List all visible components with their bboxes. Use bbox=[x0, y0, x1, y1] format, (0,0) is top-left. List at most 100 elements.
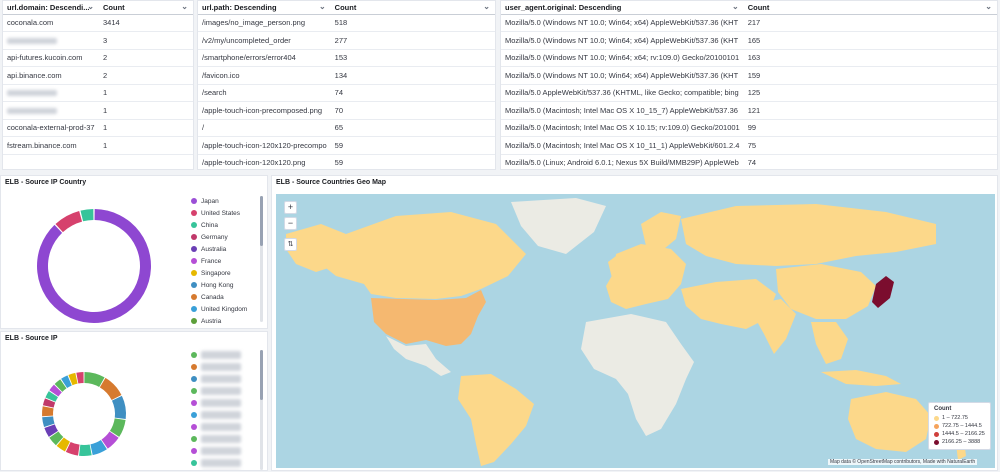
legend-item[interactable]: Hong Kong bbox=[191, 279, 247, 291]
table-row[interactable]: /apple-touch-icon-precomposed.png 70 bbox=[198, 101, 495, 120]
legend-item[interactable] bbox=[191, 409, 241, 421]
path-column-header[interactable]: url.path: Descending ⌄ bbox=[198, 1, 331, 15]
zoom-out-button[interactable]: − bbox=[284, 217, 297, 230]
table-row[interactable]: /apple-touch-icon-120x120.png 59 bbox=[198, 154, 495, 169]
legend-item[interactable] bbox=[191, 349, 241, 361]
chevron-down-icon[interactable]: ⌄ bbox=[87, 2, 94, 11]
count-column-header[interactable]: Count ⌄ bbox=[99, 1, 193, 15]
scrollbar[interactable] bbox=[260, 196, 263, 322]
legend-color-dot bbox=[934, 423, 939, 429]
legend-item[interactable] bbox=[191, 469, 241, 470]
table-row[interactable]: /apple-touch-icon-120x120-precompo 59 bbox=[198, 136, 495, 155]
cell-name: Mozilla/5.0 (Windows NT 10.0; Win64; x64… bbox=[501, 66, 744, 85]
legend-color-dot bbox=[191, 270, 197, 276]
donut-slice[interactable] bbox=[111, 395, 127, 419]
table-row[interactable]: Mozilla/5.0 (Linux; Android 6.0.1; Nexus… bbox=[501, 154, 997, 169]
chevron-down-icon[interactable]: ⌄ bbox=[483, 2, 490, 11]
donut-slice[interactable] bbox=[99, 377, 122, 400]
chevron-down-icon[interactable]: ⌄ bbox=[181, 2, 188, 11]
cell-count: 74 bbox=[330, 84, 495, 102]
fit-bounds-button[interactable]: ⇅ bbox=[284, 238, 297, 251]
table-row[interactable]: Mozilla/5.0 AppleWebKit/537.36 (KHTML, l… bbox=[501, 84, 997, 102]
cell-count: 59 bbox=[330, 136, 495, 155]
cell-count: 70 bbox=[330, 101, 495, 120]
table-row[interactable]: /v2/my/uncompleted_order 277 bbox=[198, 31, 495, 50]
table-row[interactable]: api.binance.com 2 bbox=[3, 66, 193, 85]
legend-color-dot bbox=[191, 448, 197, 454]
legend-item[interactable] bbox=[191, 445, 241, 457]
cell-count: 2 bbox=[99, 49, 193, 67]
table-row[interactable]: 3 bbox=[3, 31, 193, 50]
table-row[interactable]: Mozilla/5.0 (Windows NT 10.0; Win64; x64… bbox=[501, 66, 997, 85]
cell-name: api-futures.kucoin.com bbox=[3, 49, 99, 67]
table-row[interactable]: /smartphone/errors/error404 153 bbox=[198, 49, 495, 67]
ip-donut-chart[interactable] bbox=[24, 354, 144, 471]
world-map[interactable] bbox=[276, 194, 995, 468]
table-row[interactable]: api-futures.kucoin.com 2 bbox=[3, 49, 193, 67]
legend-item[interactable]: Japan bbox=[191, 195, 247, 207]
table-row[interactable]: Mozilla/5.0 (Windows NT 10.0; Win64; x64… bbox=[501, 14, 997, 32]
panel-title: ELB - Source IP Country bbox=[5, 179, 87, 186]
donut-slice[interactable] bbox=[55, 210, 83, 233]
legend-item[interactable]: Singapore bbox=[191, 267, 247, 279]
legend-item[interactable] bbox=[191, 361, 241, 373]
scrollbar-thumb[interactable] bbox=[260, 350, 263, 400]
table-row[interactable]: fstream.binance.com 1 bbox=[3, 136, 193, 155]
redacted-value bbox=[7, 90, 57, 97]
legend-color-dot bbox=[934, 439, 939, 445]
table-row[interactable]: Mozilla/5.0 (Windows NT 10.0; Win64; x64… bbox=[501, 49, 997, 67]
legend-item[interactable] bbox=[191, 385, 241, 397]
legend-item[interactable]: France bbox=[191, 255, 247, 267]
legend-item[interactable] bbox=[191, 373, 241, 385]
legend-item[interactable] bbox=[191, 421, 241, 433]
path-table: url.path: Descending ⌄ Count ⌄ /images/no_… bbox=[198, 1, 495, 169]
legend-item[interactable]: China bbox=[191, 219, 247, 231]
domain-column-header[interactable]: url.domain: Descendi... ⌄ bbox=[3, 1, 99, 15]
table-row[interactable]: /search 74 bbox=[198, 84, 495, 102]
legend-item[interactable]: United States bbox=[191, 207, 247, 219]
legend-item[interactable] bbox=[191, 433, 241, 445]
ua-column-header[interactable]: user_agent.original: Descending ⌄ bbox=[501, 1, 744, 15]
cell-name: / bbox=[198, 119, 331, 137]
chevron-down-icon[interactable]: ⌄ bbox=[732, 2, 739, 11]
legend-item[interactable]: United Kingdom bbox=[191, 303, 247, 315]
legend-item[interactable] bbox=[191, 397, 241, 409]
table-row[interactable]: /favicon.ico 134 bbox=[198, 66, 495, 85]
donut-slice[interactable] bbox=[37, 209, 151, 323]
donut-slice[interactable] bbox=[42, 406, 54, 417]
scrollbar[interactable] bbox=[260, 350, 263, 470]
table-row[interactable]: coconala.com 3414 bbox=[3, 14, 193, 32]
legend-label: China bbox=[201, 221, 218, 229]
donut-slice[interactable] bbox=[76, 372, 84, 384]
scrollbar-thumb[interactable] bbox=[260, 196, 263, 246]
zoom-in-button[interactable]: + bbox=[284, 201, 297, 214]
donut-slice[interactable] bbox=[79, 444, 92, 456]
redacted-value bbox=[201, 447, 241, 455]
legend-color-dot bbox=[191, 306, 197, 312]
table-row[interactable]: Mozilla/5.0 (Macintosh; Intel Mac OS X 1… bbox=[501, 119, 997, 137]
table-row[interactable]: Mozilla/5.0 (Macintosh; Intel Mac OS X 1… bbox=[501, 101, 997, 120]
legend-item[interactable]: Australia bbox=[191, 243, 247, 255]
map-legend-item: 722.75 – 1444.5 bbox=[934, 422, 985, 430]
chevron-down-icon[interactable]: ⌄ bbox=[319, 2, 326, 11]
legend-item[interactable] bbox=[191, 457, 241, 469]
legend-item[interactable]: Canada bbox=[191, 291, 247, 303]
country-donut-chart[interactable] bbox=[21, 186, 171, 329]
table-row[interactable]: coconala-external-prod-37 1 bbox=[3, 119, 193, 137]
legend-item[interactable]: Germany bbox=[191, 231, 247, 243]
country-legend: Japan United States China Germany Australia F… bbox=[191, 195, 247, 327]
table-row[interactable]: /images/no_image_person.png 518 bbox=[198, 14, 495, 32]
chevron-down-icon[interactable]: ⌄ bbox=[985, 2, 992, 11]
table-row[interactable]: Mozilla/5.0 (Windows NT 10.0; Win64; x64… bbox=[501, 31, 997, 50]
cell-name: fstream.binance.com bbox=[3, 136, 99, 155]
map-legend-item: 2166.25 – 3888 bbox=[934, 438, 985, 446]
cell-name: /v2/my/uncompleted_order bbox=[198, 31, 331, 50]
legend-item[interactable]: Austria bbox=[191, 315, 247, 327]
donut-slice[interactable] bbox=[80, 209, 94, 222]
table-row[interactable]: /65 bbox=[198, 119, 495, 137]
table-row[interactable]: 1 bbox=[3, 84, 193, 102]
table-row[interactable]: Mozilla/5.0 (Macintosh; Intel Mac OS X 1… bbox=[501, 136, 997, 155]
count-column-header[interactable]: Count ⌄ bbox=[330, 1, 495, 15]
count-column-header[interactable]: Count ⌄ bbox=[743, 1, 997, 15]
table-row[interactable]: 1 bbox=[3, 101, 193, 120]
